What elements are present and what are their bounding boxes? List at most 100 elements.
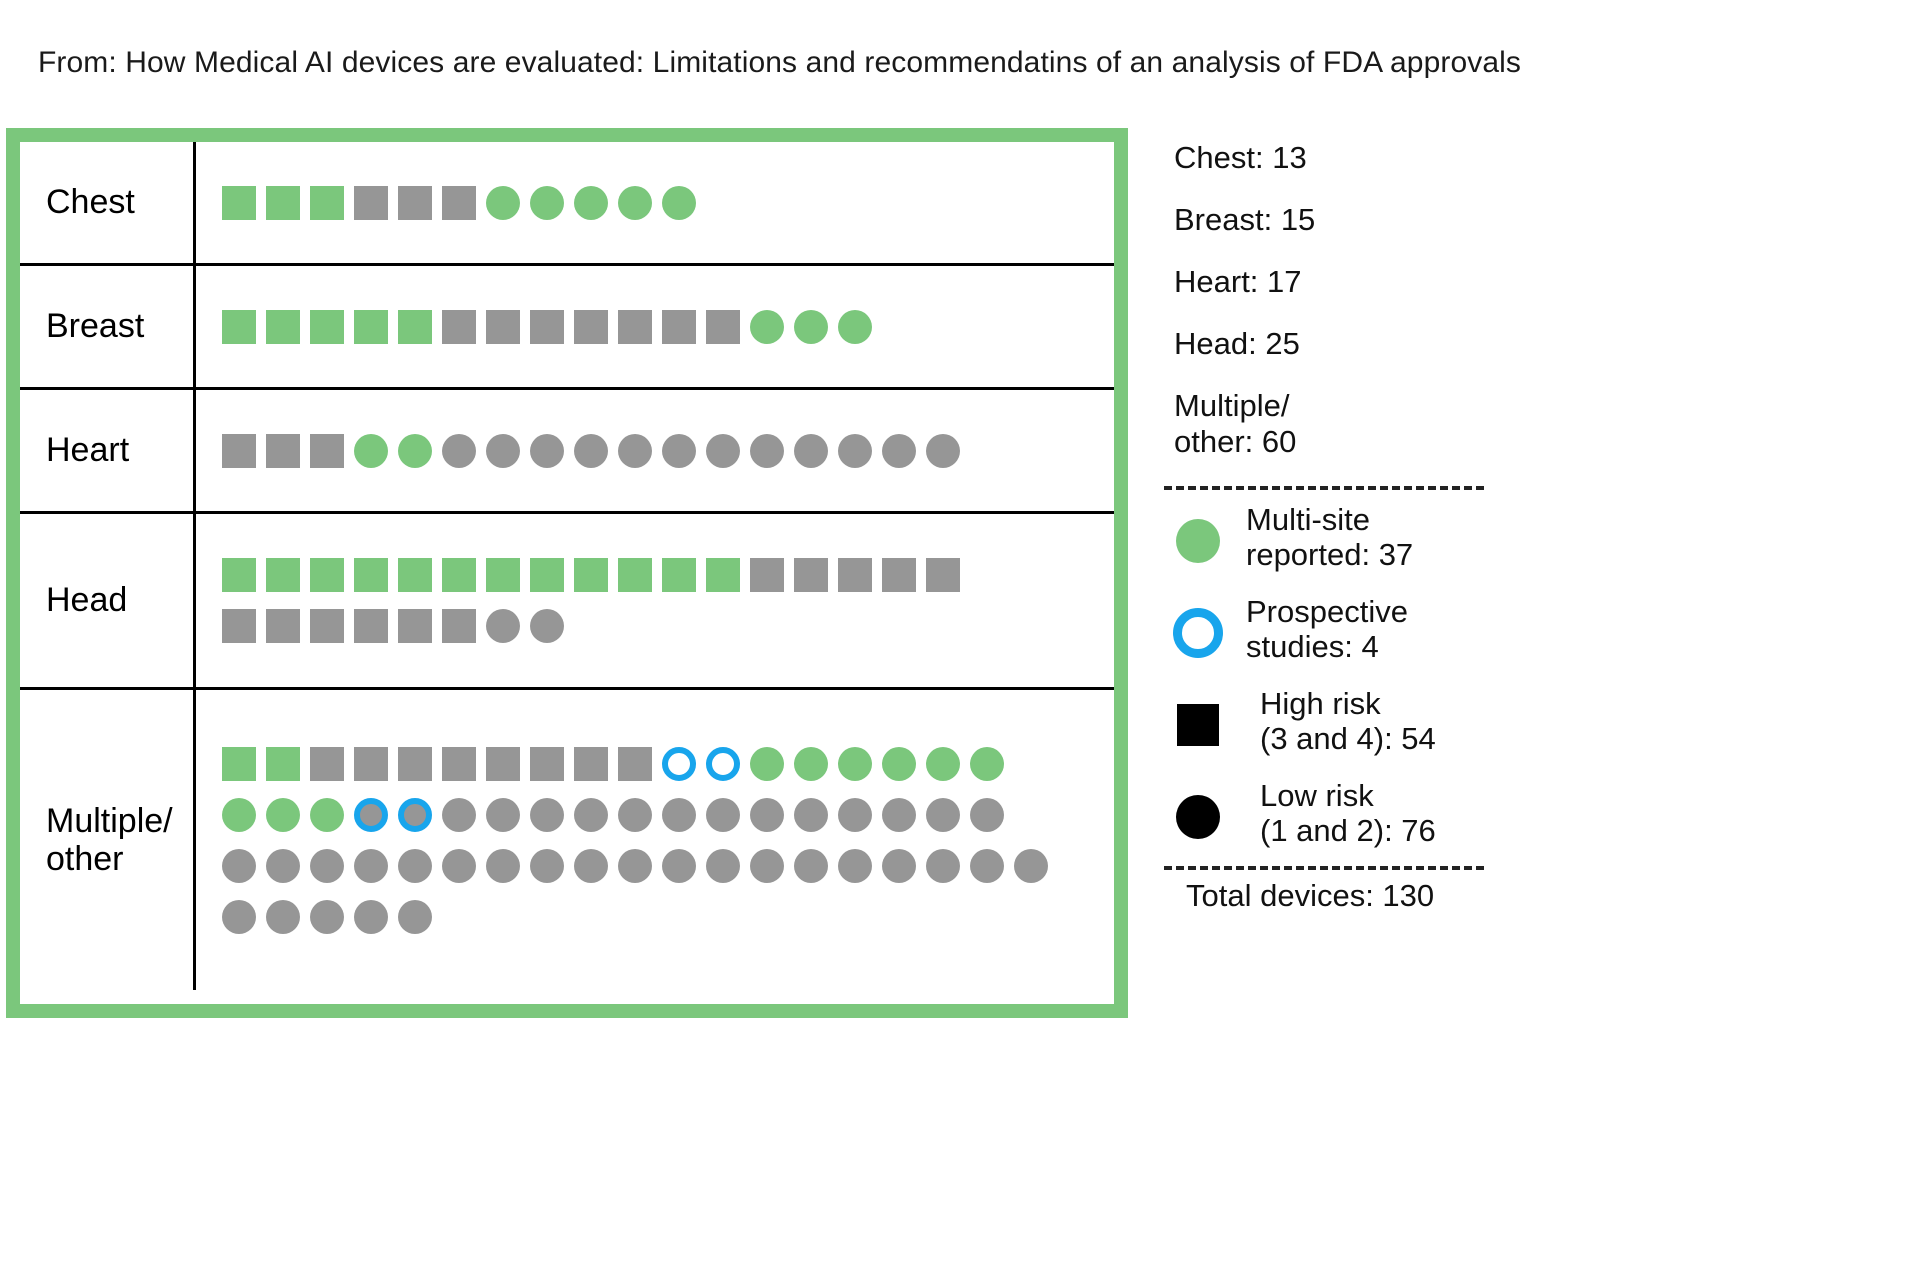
device-marker-high-risk-multisite [266,558,300,592]
row-label-line: Head [46,581,128,620]
legend-label: Prospective studies: 4 [1246,593,1408,665]
table-row: Heart [20,390,1114,514]
device-marker-high-risk-multisite [222,746,256,781]
device-marker-low-risk-single-site [750,848,784,883]
device-marker-low-risk-single-site [706,848,740,883]
device-marker-high-risk-single-site [926,558,960,592]
legend: Multi-site reported: 37 Prospective studi… [1150,498,1910,860]
category-count: Chest: 13 [1174,140,1307,175]
row-markers [196,142,1114,263]
square-black-glyph [1177,703,1219,746]
device-marker-low-risk-single-site [398,899,432,934]
device-marker-high-risk-multisite [310,185,344,220]
device-marker-low-risk-single-site [266,899,300,934]
device-marker-low-risk-single-site [662,433,696,468]
device-marker-low-risk-single-site [442,797,476,832]
device-marker-high-risk-multisite [266,309,300,344]
device-marker-low-risk-empty-prospective [662,746,696,781]
category-count: Heart: 17 [1174,263,1302,299]
device-marker-low-risk-multisite [794,309,828,344]
device-marker-low-risk-single-site [310,848,344,883]
sidebar: Chest: 13 Breast: 15 Heart: 17 Head: 25 Mult… [1150,140,1910,914]
device-marker-high-risk-single-site [442,309,476,344]
device-marker-high-risk-single-site [222,433,256,468]
device-marker-high-risk-single-site [354,185,388,220]
device-marker-low-risk-single-site [354,848,388,883]
device-marker-high-risk-single-site [882,558,916,592]
device-marker-low-risk-single-site [838,848,872,883]
table-row: Head [20,514,1114,690]
device-marker-high-risk-multisite [486,558,520,592]
legend-item: Prospective studies: 4 [1150,590,1910,676]
legend-label: Multi-site reported: 37 [1246,501,1414,573]
device-marker-low-risk-single-site [398,848,432,883]
row-label-line: Multiple/ [46,801,173,840]
device-marker-high-risk-single-site [618,746,652,781]
device-marker-high-risk-single-site [618,309,652,344]
device-marker-low-risk-single-site [1014,848,1048,883]
divider-top [1164,485,1484,490]
device-marker-low-risk-single-site [794,433,828,468]
device-marker-low-risk-single-site [750,433,784,468]
device-marker-low-risk-single-site [662,797,696,832]
device-marker-low-risk-single-site [618,433,652,468]
marker-line [222,793,1114,837]
marker-line [222,895,1114,939]
device-marker-high-risk-multisite [398,309,432,344]
device-marker-low-risk-single-site [530,848,564,883]
device-marker-high-risk-multisite [662,558,696,592]
device-marker-low-risk-single-site [926,433,960,468]
device-marker-low-risk-single-site [618,848,652,883]
table-row: Multiple/other [20,690,1114,990]
device-marker-low-risk-single-site [442,848,476,883]
legend-label: Low risk (1 and 2): 76 [1260,777,1436,849]
device-marker-high-risk-single-site [442,609,476,643]
device-marker-high-risk-single-site [662,309,696,344]
device-marker-low-risk-multisite [398,433,432,468]
device-marker-low-risk-multisite [662,185,696,220]
device-marker-low-risk-multisite [530,185,564,220]
device-marker-low-risk-single-site [618,797,652,832]
page-title: From: How Medical AI devices are evaluat… [38,46,1521,79]
device-marker-low-risk-single-site-prospective [398,797,432,832]
device-marker-high-risk-single-site [310,609,344,643]
device-marker-high-risk-multisite [222,558,256,592]
legend-label: High risk (3 and 4): 54 [1260,685,1436,757]
device-marker-high-risk-multisite [354,309,388,344]
circle-green-icon [1150,498,1246,584]
circle-blue-outline-icon [1150,590,1246,676]
category-count: Head: 25 [1174,325,1300,361]
device-marker-high-risk-single-site [354,746,388,781]
device-marker-low-risk-empty-prospective [706,746,740,781]
device-marker-low-risk-single-site [574,797,608,832]
total-devices: Total devices: 130 [1186,877,1435,913]
device-marker-high-risk-single-site [706,309,740,344]
device-marker-low-risk-single-site [926,797,960,832]
row-markers [196,390,1114,511]
device-marker-high-risk-single-site [310,746,344,781]
device-marker-low-risk-single-site [486,848,520,883]
device-marker-low-risk-single-site [970,797,1004,832]
marker-line [222,742,1114,786]
chart-panel: Chest Breast Heart Head Multiple/other [6,128,1128,1018]
device-marker-low-risk-single-site [926,848,960,883]
device-marker-high-risk-single-site [310,433,344,468]
marker-line [222,429,1114,473]
device-marker-low-risk-multisite [838,309,872,344]
row-label-multiple-other: Multiple/other [20,690,196,990]
device-marker-low-risk-multisite [354,433,388,468]
device-marker-low-risk-single-site [662,848,696,883]
device-marker-high-risk-single-site [838,558,872,592]
device-marker-low-risk-multisite [794,746,828,781]
device-marker-low-risk-single-site [838,433,872,468]
device-marker-low-risk-single-site [266,848,300,883]
device-marker-low-risk-single-site [838,797,872,832]
device-marker-low-risk-single-site [794,797,828,832]
device-marker-high-risk-multisite [442,558,476,592]
table-row: Chest [20,142,1114,266]
device-marker-low-risk-multisite [310,797,344,832]
row-label-breast: Breast [20,266,196,387]
row-label-line: Chest [46,183,135,222]
device-marker-high-risk-single-site [530,309,564,344]
device-marker-high-risk-single-site [398,746,432,781]
